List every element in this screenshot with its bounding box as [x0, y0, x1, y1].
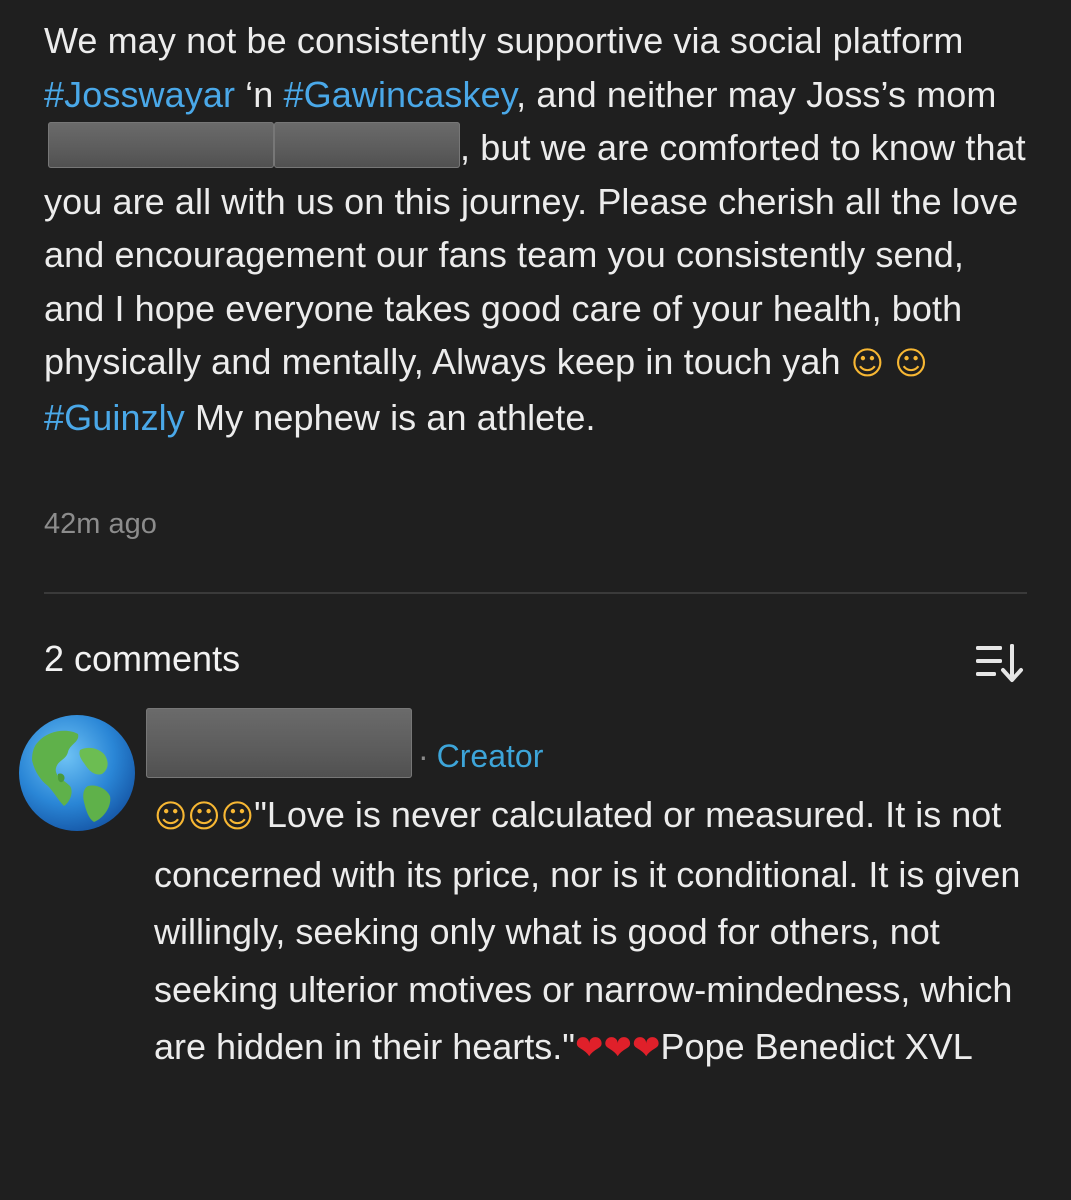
- divider: [44, 592, 1027, 594]
- post-text: , and neither may Joss’s mom: [516, 73, 997, 115]
- heart-eyes-emoji-icon: ☺: [894, 344, 928, 382]
- smiling-face-with-hearts-emoji-icon: ☺: [220, 797, 255, 835]
- post: We may not be consistently supportive vi…: [44, 14, 1034, 444]
- red-heart-emoji-icon: ❤: [632, 1028, 661, 1068]
- hashtag-guinzly[interactable]: #Guinzly: [44, 397, 185, 438]
- post-text: My nephew is an athlete.: [184, 396, 596, 438]
- redacted-block: [274, 122, 460, 169]
- comment-author[interactable]: [146, 708, 412, 778]
- smiling-face-with-hearts-emoji-icon: ☺: [850, 344, 885, 382]
- earth-globe-icon[interactable]: [18, 714, 136, 832]
- smiling-face-with-hearts-emoji-icon: ☺: [154, 797, 188, 835]
- post-text: ‘n: [235, 73, 284, 115]
- comments-count: 2 comments: [44, 638, 241, 679]
- post-timestamp: 42m ago: [44, 508, 157, 540]
- comment-body: ☺☺☺"Love is never calculated or measured…: [154, 786, 1034, 1078]
- creator-label: Creator: [436, 738, 544, 774]
- creator-badge: · Creator: [418, 738, 543, 775]
- post-body: We may not be consistently supportive vi…: [44, 14, 1034, 444]
- post-text: We may not be consistently supportive vi…: [44, 20, 964, 61]
- redacted-username: [146, 708, 412, 778]
- hashtag-gawincaskey[interactable]: #Gawincaskey: [284, 74, 517, 115]
- smiling-face-with-hearts-emoji-icon: ☺: [187, 797, 221, 835]
- red-heart-emoji-icon: ❤: [603, 1028, 633, 1068]
- separator-dot: ·: [418, 738, 429, 774]
- redacted-block: [48, 122, 274, 169]
- red-heart-emoji-icon: ❤: [575, 1028, 604, 1068]
- sort-icon[interactable]: [974, 640, 1026, 684]
- hashtag-josswayar[interactable]: #Josswayar: [44, 74, 235, 115]
- comment-text-suffix: Pope Benedict XVL: [660, 1026, 973, 1067]
